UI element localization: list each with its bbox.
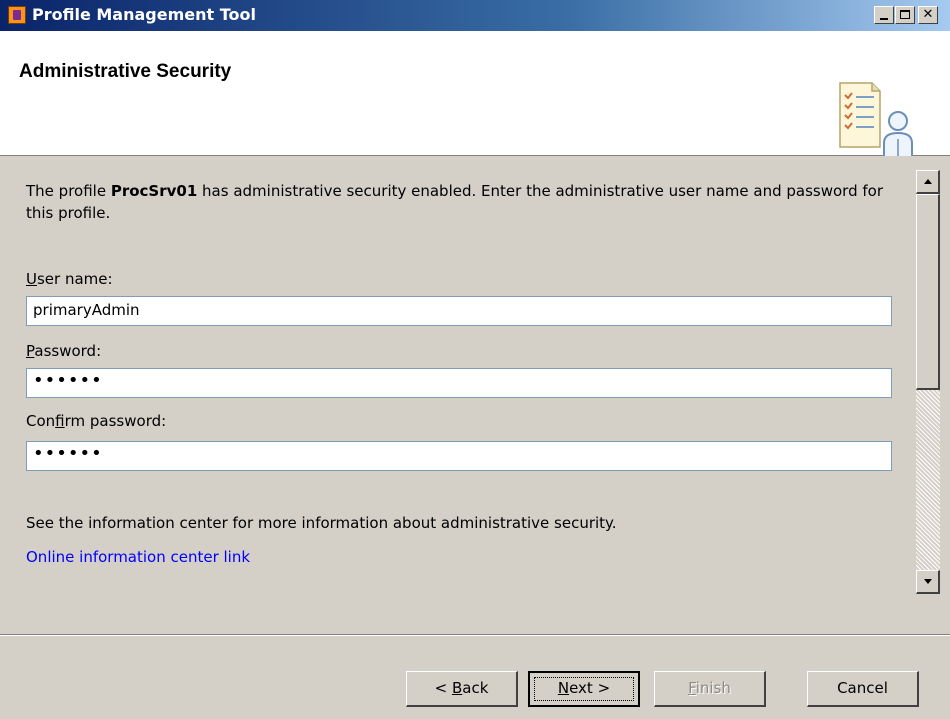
- user-name-label: User name:: [26, 270, 113, 288]
- next-button[interactable]: Next >: [528, 671, 640, 707]
- close-icon: ✕: [922, 7, 934, 22]
- confirm-password-label-rest: irm password:: [64, 412, 167, 430]
- finish-button-label: inish: [695, 679, 731, 697]
- content-panel: The profile ProcSrv01 has administrative…: [0, 156, 950, 634]
- app-icon: [8, 6, 26, 24]
- maximize-button[interactable]: [895, 6, 915, 24]
- intro-prefix: The profile: [26, 182, 111, 200]
- confirm-password-label-access: f: [55, 412, 65, 430]
- arrow-down-icon: [924, 579, 932, 584]
- user-name-label-access: U: [26, 270, 37, 288]
- profile-name: ProcSrv01: [110, 182, 198, 200]
- close-button[interactable]: ✕: [918, 6, 938, 24]
- cancel-button[interactable]: Cancel: [807, 671, 919, 707]
- password-label: Password:: [26, 342, 101, 360]
- title-bar[interactable]: Profile Management Tool ✕: [0, 0, 950, 31]
- page-title: Administrative Security: [19, 61, 232, 82]
- scroll-thumb[interactable]: [916, 194, 940, 390]
- back-button-access: B: [451, 679, 463, 697]
- back-button-label: ack: [462, 679, 489, 697]
- arrow-up-icon: [924, 179, 932, 184]
- intro-text: The profile ProcSrv01 has administrative…: [26, 180, 886, 224]
- vertical-scrollbar[interactable]: [916, 170, 940, 594]
- confirm-password-label-pre: Con: [26, 412, 56, 430]
- online-info-center-link[interactable]: Online information center link: [26, 548, 250, 566]
- user-name-label-rest: ser name:: [36, 270, 113, 288]
- focus-ring: [534, 677, 634, 701]
- profile-management-window: Profile Management Tool ✕ Administrative…: [0, 0, 950, 719]
- back-button[interactable]: < Back: [406, 671, 518, 707]
- back-button-prefix: <: [434, 679, 452, 697]
- minimize-icon: [880, 18, 888, 20]
- confirm-password-label: Confirm password:: [26, 412, 166, 430]
- password-input[interactable]: ••••••: [26, 368, 892, 398]
- maximize-icon: [900, 10, 910, 19]
- password-label-rest: assword:: [34, 342, 102, 360]
- window-title: Profile Management Tool: [32, 5, 256, 24]
- scroll-up-button[interactable]: [916, 170, 940, 194]
- confirm-password-input[interactable]: ••••••: [26, 441, 892, 471]
- finish-button-access: F: [688, 679, 696, 697]
- header-banner: Administrative Security: [0, 31, 950, 182]
- footer-divider: [0, 634, 950, 636]
- minimize-button[interactable]: [874, 6, 894, 24]
- info-text: See the information center for more info…: [26, 514, 617, 532]
- scroll-down-button[interactable]: [916, 570, 940, 594]
- user-name-input[interactable]: primaryAdmin: [26, 296, 892, 326]
- finish-button[interactable]: Finish: [654, 671, 766, 707]
